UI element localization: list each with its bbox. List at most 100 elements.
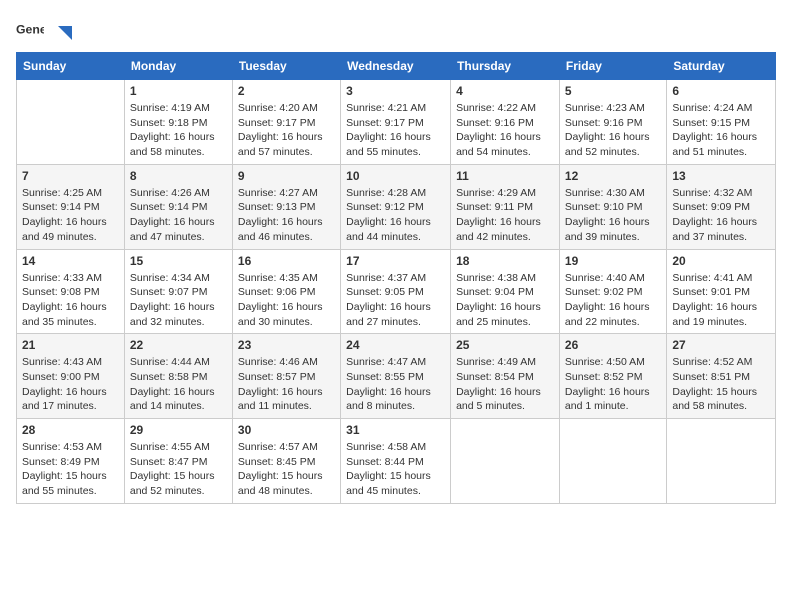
day-number: 1 (130, 84, 227, 98)
col-header-monday: Monday (124, 53, 232, 80)
day-cell: 14Sunrise: 4:33 AM Sunset: 9:08 PM Dayli… (17, 249, 125, 334)
day-cell: 7 Sunrise: 4:25 AM Sunset: 9:14 PM Daylig… (17, 164, 125, 249)
week-row-5: 28 Sunrise: 4:53 AM Sunset: 8:49 PM Dayli… (17, 419, 776, 504)
day-number: 27 (672, 338, 770, 352)
day-cell: 5 Sunrise: 4:23 AM Sunset: 9:16 PM Daylig… (559, 80, 666, 165)
header-row: SundayMondayTuesdayWednesdayThursdayFrid… (17, 53, 776, 80)
day-info: Sunrise: 4:57 AM Sunset: 8:45 PM Dayligh… (238, 440, 335, 499)
day-info: Sunrise: 4:58 AM Sunset: 8:44 PM Dayligh… (346, 440, 445, 499)
day-number: 28 (22, 423, 119, 437)
day-info: Sunrise: 4:19 AM Sunset: 9:18 PM Dayligh… (130, 101, 227, 160)
day-info: Sunrise: 4:44 AM Sunset: 8:58 PM Dayligh… (130, 355, 227, 414)
day-cell: 19Sunrise: 4:40 AM Sunset: 9:02 PM Dayli… (559, 249, 666, 334)
day-cell: 11 Sunrise: 4:29 AM Sunset: 9:11 PM Dayli… (451, 164, 560, 249)
day-cell: 31 Sunrise: 4:58 AM Sunset: 8:44 PM Dayli… (341, 419, 451, 504)
day-cell: 29 Sunrise: 4:55 AM Sunset: 8:47 PM Dayli… (124, 419, 232, 504)
day-cell: 13 Sunrise: 4:32 AM Sunset: 9:09 PM Dayli… (667, 164, 776, 249)
week-row-4: 21 Sunrise: 4:43 AM Sunset: 9:00 PM Dayli… (17, 334, 776, 419)
day-info: Sunrise: 4:41 AM Sunset: 9:01 PM Dayligh… (672, 271, 770, 330)
day-cell: 28 Sunrise: 4:53 AM Sunset: 8:49 PM Dayli… (17, 419, 125, 504)
logo-triangle-icon (50, 22, 72, 44)
day-info: Sunrise: 4:28 AM Sunset: 9:12 PM Dayligh… (346, 186, 445, 245)
day-info: Sunrise: 4:38 AM Sunset: 9:04 PM Dayligh… (456, 271, 554, 330)
day-cell: 8 Sunrise: 4:26 AM Sunset: 9:14 PM Daylig… (124, 164, 232, 249)
day-cell: 23Sunrise: 4:46 AM Sunset: 8:57 PM Dayli… (232, 334, 340, 419)
day-info: Sunrise: 4:46 AM Sunset: 8:57 PM Dayligh… (238, 355, 335, 414)
day-cell (451, 419, 560, 504)
day-info: Sunrise: 4:29 AM Sunset: 9:11 PM Dayligh… (456, 186, 554, 245)
day-cell: 2Sunrise: 4:20 AM Sunset: 9:17 PM Daylig… (232, 80, 340, 165)
day-number: 14 (22, 254, 119, 268)
day-cell: 26 Sunrise: 4:50 AM Sunset: 8:52 PM Dayli… (559, 334, 666, 419)
day-info: Sunrise: 4:22 AM Sunset: 9:16 PM Dayligh… (456, 101, 554, 160)
col-header-thursday: Thursday (451, 53, 560, 80)
day-cell: 10 Sunrise: 4:28 AM Sunset: 9:12 PM Dayli… (341, 164, 451, 249)
day-cell: 20Sunrise: 4:41 AM Sunset: 9:01 PM Dayli… (667, 249, 776, 334)
day-info: Sunrise: 4:47 AM Sunset: 8:55 PM Dayligh… (346, 355, 445, 414)
day-cell (667, 419, 776, 504)
day-cell: 9 Sunrise: 4:27 AM Sunset: 9:13 PM Daylig… (232, 164, 340, 249)
col-header-tuesday: Tuesday (232, 53, 340, 80)
day-cell: 6 Sunrise: 4:24 AM Sunset: 9:15 PM Daylig… (667, 80, 776, 165)
day-info: Sunrise: 4:55 AM Sunset: 8:47 PM Dayligh… (130, 440, 227, 499)
day-info: Sunrise: 4:27 AM Sunset: 9:13 PM Dayligh… (238, 186, 335, 245)
logo-icon: General (16, 16, 44, 44)
day-number: 9 (238, 169, 335, 183)
day-cell: 27 Sunrise: 4:52 AM Sunset: 8:51 PM Dayli… (667, 334, 776, 419)
day-number: 16 (238, 254, 335, 268)
day-info: Sunrise: 4:53 AM Sunset: 8:49 PM Dayligh… (22, 440, 119, 499)
day-info: Sunrise: 4:24 AM Sunset: 9:15 PM Dayligh… (672, 101, 770, 160)
day-cell (559, 419, 666, 504)
day-number: 4 (456, 84, 554, 98)
day-number: 7 (22, 169, 119, 183)
day-info: Sunrise: 4:20 AM Sunset: 9:17 PM Dayligh… (238, 101, 335, 160)
day-info: Sunrise: 4:23 AM Sunset: 9:16 PM Dayligh… (565, 101, 661, 160)
day-number: 11 (456, 169, 554, 183)
day-info: Sunrise: 4:25 AM Sunset: 9:14 PM Dayligh… (22, 186, 119, 245)
day-number: 25 (456, 338, 554, 352)
day-cell: 21 Sunrise: 4:43 AM Sunset: 9:00 PM Dayli… (17, 334, 125, 419)
day-number: 26 (565, 338, 661, 352)
day-number: 30 (238, 423, 335, 437)
day-info: Sunrise: 4:49 AM Sunset: 8:54 PM Dayligh… (456, 355, 554, 414)
col-header-saturday: Saturday (667, 53, 776, 80)
day-info: Sunrise: 4:35 AM Sunset: 9:06 PM Dayligh… (238, 271, 335, 330)
day-number: 19 (565, 254, 661, 268)
day-number: 31 (346, 423, 445, 437)
day-number: 18 (456, 254, 554, 268)
day-info: Sunrise: 4:37 AM Sunset: 9:05 PM Dayligh… (346, 271, 445, 330)
week-row-1: 1 Sunrise: 4:19 AM Sunset: 9:18 PM Daylig… (17, 80, 776, 165)
day-info: Sunrise: 4:30 AM Sunset: 9:10 PM Dayligh… (565, 186, 661, 245)
day-info: Sunrise: 4:50 AM Sunset: 8:52 PM Dayligh… (565, 355, 661, 414)
day-info: Sunrise: 4:34 AM Sunset: 9:07 PM Dayligh… (130, 271, 227, 330)
day-number: 13 (672, 169, 770, 183)
day-number: 17 (346, 254, 445, 268)
day-number: 8 (130, 169, 227, 183)
day-number: 15 (130, 254, 227, 268)
day-info: Sunrise: 4:52 AM Sunset: 8:51 PM Dayligh… (672, 355, 770, 414)
day-number: 5 (565, 84, 661, 98)
logo: General (16, 16, 72, 44)
day-cell: 18 Sunrise: 4:38 AM Sunset: 9:04 PM Dayli… (451, 249, 560, 334)
day-cell: 22 Sunrise: 4:44 AM Sunset: 8:58 PM Dayli… (124, 334, 232, 419)
day-cell: 25 Sunrise: 4:49 AM Sunset: 8:54 PM Dayli… (451, 334, 560, 419)
day-number: 24 (346, 338, 445, 352)
day-number: 29 (130, 423, 227, 437)
day-number: 3 (346, 84, 445, 98)
day-info: Sunrise: 4:21 AM Sunset: 9:17 PM Dayligh… (346, 101, 445, 160)
day-cell: 1 Sunrise: 4:19 AM Sunset: 9:18 PM Daylig… (124, 80, 232, 165)
day-cell: 15 Sunrise: 4:34 AM Sunset: 9:07 PM Dayli… (124, 249, 232, 334)
day-number: 21 (22, 338, 119, 352)
day-info: Sunrise: 4:26 AM Sunset: 9:14 PM Dayligh… (130, 186, 227, 245)
day-info: Sunrise: 4:43 AM Sunset: 9:00 PM Dayligh… (22, 355, 119, 414)
day-cell: 30 Sunrise: 4:57 AM Sunset: 8:45 PM Dayli… (232, 419, 340, 504)
day-cell: 17 Sunrise: 4:37 AM Sunset: 9:05 PM Dayli… (341, 249, 451, 334)
header: General (16, 16, 776, 44)
day-number: 6 (672, 84, 770, 98)
day-number: 22 (130, 338, 227, 352)
day-cell: 16 Sunrise: 4:35 AM Sunset: 9:06 PM Dayli… (232, 249, 340, 334)
day-number: 10 (346, 169, 445, 183)
day-cell: 24 Sunrise: 4:47 AM Sunset: 8:55 PM Dayli… (341, 334, 451, 419)
col-header-friday: Friday (559, 53, 666, 80)
day-info: Sunrise: 4:32 AM Sunset: 9:09 PM Dayligh… (672, 186, 770, 245)
